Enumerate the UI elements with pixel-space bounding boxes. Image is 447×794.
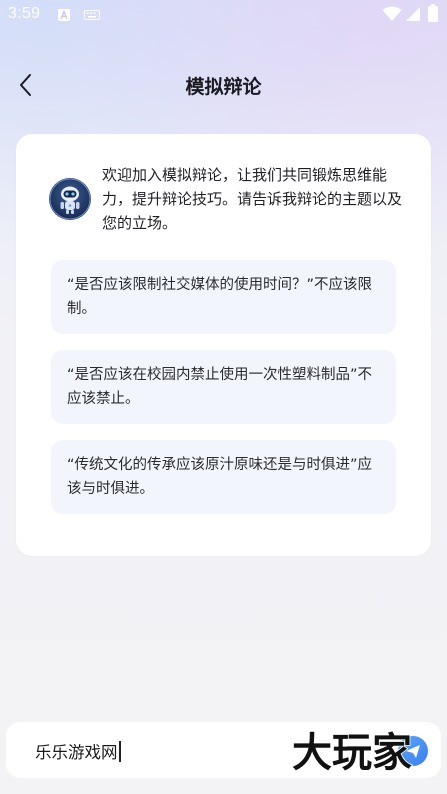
status-bar: 3:59 [0,0,447,30]
suggestion-text: “传统文化的传承应该原汁原味还是与时俱进”应该与时俱进。 [67,457,373,497]
send-button[interactable] [398,736,428,766]
suggestion-item[interactable]: “传统文化的传承应该原汁原味还是与时俱进”应该与时俱进。 [51,440,396,514]
suggestion-item[interactable]: “是否应该在校园内禁止使用一次性塑料制品”不应该禁止。 [51,350,396,424]
suggestion-text: “是否应该限制社交媒体的使用时间？”不应该限制。 [67,277,373,317]
battery-icon [428,4,438,22]
text-caret [118,741,121,762]
header: 模拟辩论 [0,60,447,110]
keyboard-icon [84,10,100,20]
message-input-bar[interactable]: 乐乐游戏网 [6,722,441,778]
message-input-value: 乐乐游戏网 [35,743,118,762]
robot-avatar-icon [49,178,91,220]
suggestion-text: “是否应该在校园内禁止使用一次性塑料制品”不应该禁止。 [67,367,373,407]
page-title: 模拟辩论 [185,76,262,98]
chat-card: 欢迎加入模拟辩论，让我们共同锻炼思维能力，提升辩论技巧。请告诉我辩论的主题以及您… [16,134,431,556]
cellular-icon [406,7,420,21]
wifi-icon [382,6,402,21]
send-icon [406,745,420,758]
suggestion-item[interactable]: “是否应该限制社交媒体的使用时间？”不应该限制。 [51,260,396,334]
intro-message: 欢迎加入模拟辩论，让我们共同锻炼思维能力，提升辩论技巧。请告诉我辩论的主题以及您… [102,166,403,232]
message-input[interactable]: 乐乐游戏网 [35,739,121,763]
status-time: 3:59 [8,5,41,22]
a-notification-icon [58,9,70,21]
